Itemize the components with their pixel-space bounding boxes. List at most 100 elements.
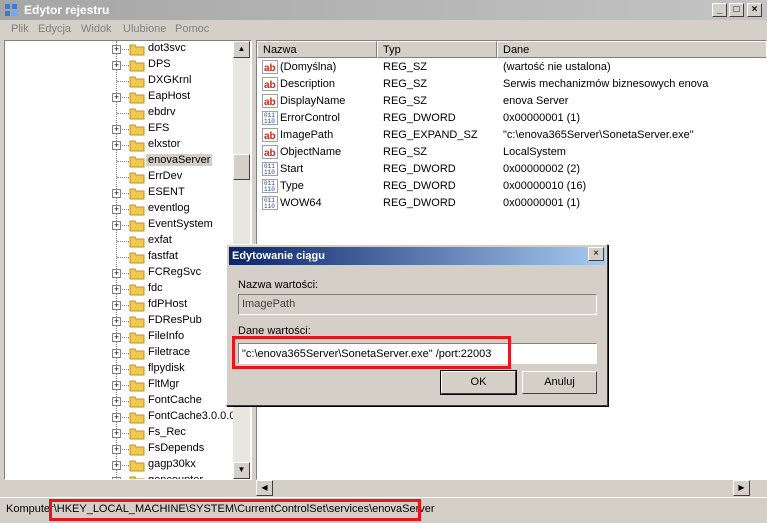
tree-item[interactable]: + FileInfo (5, 329, 251, 345)
maximize-button[interactable]: □ (729, 3, 744, 17)
scroll-up-icon[interactable]: ▲ (233, 41, 250, 58)
column-header-data[interactable]: Dane (497, 41, 766, 58)
tree-item[interactable]: + FsDepends (5, 441, 251, 457)
value-row[interactable]: ab DisplayName REG_SZ enova Server (257, 93, 766, 110)
value-data: 0x00000001 (1) (503, 197, 581, 209)
tree-item-label: elxstor (148, 138, 181, 150)
expand-plus-icon[interactable]: + (112, 429, 121, 438)
value-row[interactable]: ab ImagePath REG_EXPAND_SZ "c:\enova365Serv… (257, 127, 766, 144)
tree-item-label: flpydisk (148, 362, 185, 374)
scroll-left-icon[interactable]: ◀ (256, 480, 273, 496)
expand-plus-icon[interactable]: + (112, 301, 121, 310)
value-row[interactable]: ab (Domyślna) REG_SZ (wartość nie ustalona) (257, 59, 766, 76)
value-row[interactable]: 011 110 Start REG_DWORD 0x00000002 (2) (257, 161, 766, 178)
tree-item[interactable]: + Fs_Rec (5, 425, 251, 441)
list-horizontal-scrollbar[interactable]: ◀ ▶ (256, 480, 767, 496)
tree-item[interactable]: + FontCache3.0.0.0 (5, 409, 251, 425)
tree-item[interactable]: + FCRegSvc (5, 265, 251, 281)
tree-pane[interactable]: + dot3svc + DPS DXGKrnl + EapHost ebdrv + EFS + elx… (4, 40, 252, 480)
value-row[interactable]: ab ObjectName REG_SZ LocalSystem (257, 144, 766, 161)
dialog-titlebar[interactable]: Edytowanie ciągu (229, 247, 605, 265)
expand-plus-icon[interactable]: + (112, 333, 121, 342)
tree-item[interactable]: + EFS (5, 121, 251, 137)
expand-plus-icon[interactable]: + (112, 413, 121, 422)
tree-item-label: exfat (148, 234, 172, 246)
expand-plus-icon[interactable]: + (112, 461, 121, 470)
menu-file[interactable]: Plik (11, 23, 29, 35)
tree-item[interactable]: + EapHost (5, 89, 251, 105)
menu-view[interactable]: Widok (81, 23, 112, 35)
tree-item-label: FDResPub (148, 314, 202, 326)
expand-plus-icon[interactable]: + (112, 221, 121, 230)
tree-item[interactable]: + FDResPub (5, 313, 251, 329)
expand-plus-icon[interactable]: + (112, 317, 121, 326)
tree-item[interactable]: ErrDev (5, 169, 251, 185)
value-row[interactable]: ab Description REG_SZ Serwis mechanizmów bi… (257, 76, 766, 93)
folder-icon (129, 300, 145, 312)
expand-plus-icon[interactable]: + (112, 125, 121, 134)
menu-edit[interactable]: Edycja (38, 23, 71, 35)
expand-plus-icon[interactable]: + (112, 189, 121, 198)
scroll-right-icon[interactable]: ▶ (733, 480, 750, 496)
expand-plus-icon[interactable]: + (112, 45, 121, 54)
tree-item[interactable]: + ESENT (5, 185, 251, 201)
expand-plus-icon[interactable]: + (112, 269, 121, 278)
expand-plus-icon[interactable]: + (112, 397, 121, 406)
tree-item[interactable]: + flpydisk (5, 361, 251, 377)
column-header-type[interactable]: Typ (377, 41, 497, 58)
expand-plus-icon[interactable]: + (112, 477, 121, 479)
cancel-button[interactable]: Anuluj (522, 371, 597, 394)
scroll-down-icon[interactable]: ▼ (233, 462, 250, 479)
expand-plus-icon[interactable]: + (112, 285, 121, 294)
tree-item[interactable]: DXGKrnl (5, 73, 251, 89)
menu-favorites[interactable]: Ulubione (123, 23, 166, 35)
tree-item[interactable]: + FltMgr (5, 377, 251, 393)
expand-plus-icon[interactable]: + (112, 381, 121, 390)
value-name: ErrorControl (280, 112, 340, 124)
tree-item[interactable]: + gencounter (5, 473, 251, 480)
tree-item[interactable]: ebdrv (5, 105, 251, 121)
value-data-label: Dane wartości: (238, 325, 311, 337)
tree-item-label: gencounter (148, 474, 204, 480)
value-name: DisplayName (280, 95, 346, 107)
value-row[interactable]: 011 110 ErrorControl REG_DWORD 0x00000001 (1… (257, 110, 766, 127)
tree-item[interactable]: + DPS (5, 57, 251, 73)
expand-plus-icon[interactable]: + (112, 61, 121, 70)
folder-icon (129, 396, 145, 408)
tree-item[interactable]: + elxstor (5, 137, 251, 153)
column-header-name[interactable]: Nazwa (257, 41, 377, 58)
ok-button[interactable]: OK (440, 370, 517, 395)
window-titlebar[interactable]: Edytor rejestru _ □ × (0, 0, 767, 20)
close-button[interactable]: × (747, 3, 762, 17)
tree-item[interactable]: + EventSystem (5, 217, 251, 233)
expand-plus-icon[interactable]: + (112, 141, 121, 150)
expand-plus-icon[interactable]: + (112, 93, 121, 102)
menu-help[interactable]: Pomoc (175, 23, 209, 35)
minimize-button[interactable]: _ (712, 3, 727, 17)
tree-item[interactable]: + dot3svc (5, 41, 251, 57)
tree-item[interactable]: + eventlog (5, 201, 251, 217)
tree-scroll-thumb[interactable] (233, 154, 250, 180)
expand-plus-icon[interactable]: + (112, 205, 121, 214)
tree-item[interactable]: exfat (5, 233, 251, 249)
value-data-input[interactable] (238, 343, 597, 364)
tree-item[interactable]: + Filetrace (5, 345, 251, 361)
folder-icon (129, 204, 145, 216)
svg-text:110: 110 (264, 169, 275, 176)
tree-item[interactable]: + FontCache (5, 393, 251, 409)
tree-item[interactable]: + fdPHost (5, 297, 251, 313)
tree-item[interactable]: + gagp30kx (5, 457, 251, 473)
tree-item[interactable]: fastfat (5, 249, 251, 265)
menu-bar: Plik Edycja Widok Ulubione Pomoc (0, 20, 767, 39)
expand-plus-icon[interactable]: + (112, 349, 121, 358)
tree-item[interactable]: enovaServer (5, 153, 251, 169)
folder-icon (129, 380, 145, 392)
svg-text:ab: ab (264, 131, 276, 142)
status-bar: Komputer\HKEY_LOCAL_MACHINE\SYSTEM\Curre… (0, 497, 767, 523)
tree-item[interactable]: + fdc (5, 281, 251, 297)
value-row[interactable]: 011 110 Type REG_DWORD 0x00000010 (16) (257, 178, 766, 195)
expand-plus-icon[interactable]: + (112, 445, 121, 454)
expand-plus-icon[interactable]: + (112, 365, 121, 374)
value-row[interactable]: 011 110 WOW64 REG_DWORD 0x00000001 (1) (257, 195, 766, 212)
dialog-close-icon[interactable]: × (588, 247, 604, 261)
